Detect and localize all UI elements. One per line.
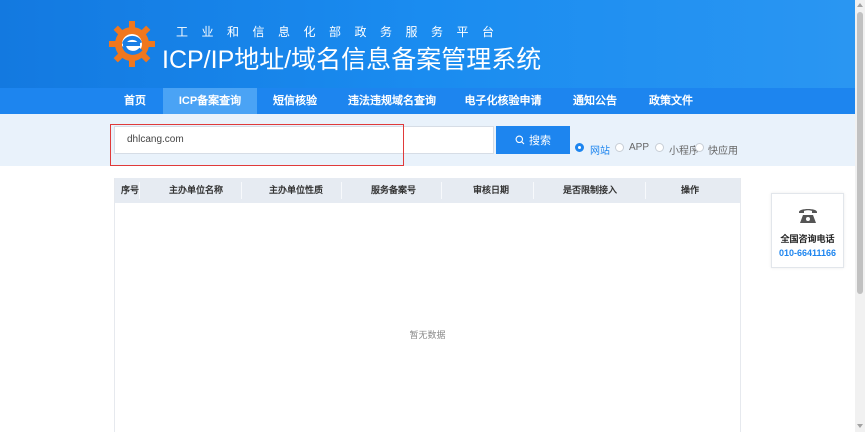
column-divider	[645, 182, 646, 199]
contact-panel[interactable]: 全国咨询电话 010-66411166	[771, 193, 844, 268]
column-header-actions: 操作	[681, 185, 700, 195]
search-input[interactable]: dhlcang.com	[114, 126, 494, 154]
radio-quickapp[interactable]	[695, 143, 704, 152]
column-divider	[241, 182, 242, 199]
nav-item-icp-query[interactable]: ICP备案查询	[163, 88, 257, 114]
nav-item-e-verify[interactable]: 电子化核验申请	[458, 88, 548, 114]
radio-app-label[interactable]: APP	[629, 142, 649, 153]
nav-item-illegal-domain[interactable]: 违法违规域名查询	[342, 88, 442, 114]
radio-app[interactable]	[615, 143, 624, 152]
header-banner: 工业和信息化部政务服务平台 ICP/IP地址/域名信息备案管理系统	[0, 0, 855, 88]
radio-miniprogram[interactable]	[655, 143, 664, 152]
search-button[interactable]: 搜索	[496, 126, 570, 154]
column-header-restricted: 是否限制接入	[563, 185, 618, 195]
radio-website[interactable]	[575, 143, 584, 152]
search-icon	[515, 135, 525, 145]
column-header-index: 序号	[121, 185, 140, 195]
radio-website-label[interactable]: 网站	[590, 142, 610, 157]
column-header-license-number: 服务备案号	[371, 185, 417, 195]
nav-item-sms-verify[interactable]: 短信核验	[266, 88, 324, 114]
nav-item-policy[interactable]: 政策文件	[642, 88, 700, 114]
search-button-label: 搜索	[529, 135, 551, 147]
results-table: 序号 主办单位名称 主办单位性质 服务备案号 审核日期 是否限制接入 操作 暂无…	[114, 178, 741, 432]
empty-state: 暂无数据	[409, 330, 446, 340]
nav-item-home[interactable]: 首页	[114, 88, 156, 114]
main-nav: 首页 ICP备案查询 短信核验 违法违规域名查询 电子化核验申请 通知公告 政策…	[0, 88, 855, 114]
contact-phone: 010-66411166	[778, 248, 837, 258]
table-header: 序号 主办单位名称 主办单位性质 服务备案号 审核日期 是否限制接入 操作	[115, 178, 740, 203]
scroll-up-icon[interactable]	[857, 3, 863, 7]
column-divider	[533, 182, 534, 199]
miit-logo-icon	[109, 21, 155, 67]
radio-quickapp-label[interactable]: 快应用	[708, 142, 738, 157]
scrollbar-thumb[interactable]	[857, 12, 863, 294]
contact-label: 全国咨询电话	[780, 234, 835, 244]
column-divider	[441, 182, 442, 199]
column-divider	[341, 182, 342, 199]
page-title: ICP/IP地址/域名信息备案管理系统	[162, 46, 542, 74]
scroll-down-icon[interactable]	[857, 424, 863, 428]
column-header-sponsor-name: 主办单位名称	[169, 185, 224, 195]
column-divider	[139, 182, 140, 199]
header-subtitle: 工业和信息化部政务服务平台	[176, 25, 508, 39]
telephone-icon	[799, 209, 817, 223]
nav-item-notices[interactable]: 通知公告	[566, 88, 624, 114]
column-header-audit-date: 审核日期	[473, 185, 510, 195]
column-header-sponsor-type: 主办单位性质	[269, 185, 324, 195]
